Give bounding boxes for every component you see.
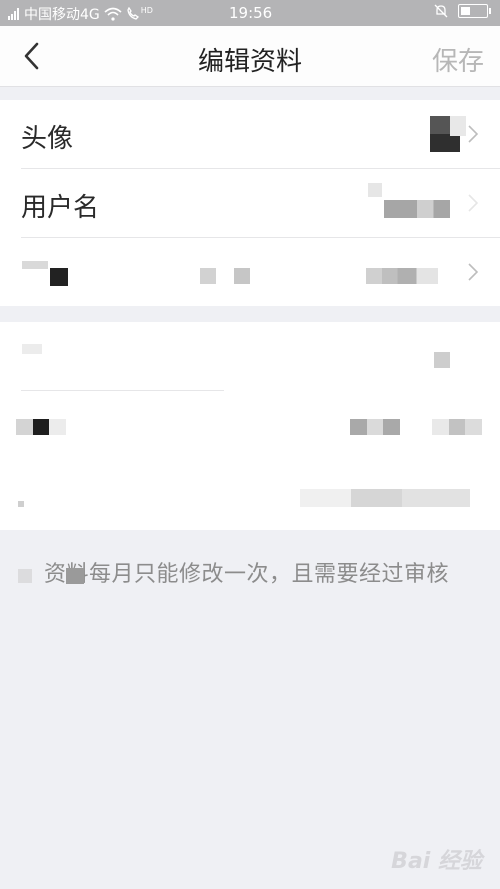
hint-redaction <box>66 568 84 584</box>
signature-row[interactable] <box>0 238 500 307</box>
profile-basic-group: 头像 用户名 <box>0 100 500 306</box>
status-left: 中国移动4G HD <box>8 4 157 24</box>
carrier-label: 中国移动4G <box>24 7 100 23</box>
username-label: 用户名 <box>21 193 100 223</box>
chevron-right-icon <box>468 263 478 281</box>
signature-label-block <box>50 268 68 286</box>
signature-placeholder-block <box>234 268 250 284</box>
call-icon <box>127 7 139 20</box>
chevron-right-icon <box>468 194 478 212</box>
page-title: 编辑资料 <box>197 47 302 77</box>
save-button[interactable]: 保存 <box>432 41 484 78</box>
avatar-mask <box>450 116 466 136</box>
location-label <box>18 501 24 507</box>
hint-note: 资料每月只能修改一次，且需要经过审核 <box>18 560 482 590</box>
birthday-value-fragment <box>432 419 482 435</box>
status-right <box>434 4 491 18</box>
username-value <box>384 200 450 218</box>
mute-bell-icon <box>434 4 448 18</box>
location-row[interactable] <box>0 461 500 530</box>
status-time: 19:56 <box>229 4 273 22</box>
avatar-row[interactable]: 头像 <box>0 100 500 169</box>
gender-label <box>22 344 42 354</box>
wifi-icon <box>104 7 122 21</box>
birthday-value <box>350 419 400 435</box>
username-value-fragment <box>368 183 382 197</box>
avatar-label: 头像 <box>21 124 74 154</box>
gender-value <box>434 352 450 368</box>
status-bar: 中国移动4G HD 19:56 <box>0 0 500 26</box>
profile-detail-group <box>0 322 500 530</box>
nav-bar: 编辑资料 保存 <box>0 26 500 87</box>
location-value <box>300 489 470 507</box>
hint-text: 资料每月只能修改一次，且需要经过审核 <box>44 562 450 587</box>
birthday-label <box>16 419 66 435</box>
signature-label <box>22 261 48 269</box>
watermark-logo: Bai 经验 <box>391 849 482 874</box>
signature-placeholder-block <box>200 268 216 284</box>
battery-icon <box>458 4 491 18</box>
username-row[interactable]: 用户名 <box>0 169 500 238</box>
hint-icon <box>18 569 32 583</box>
gender-row[interactable] <box>0 322 500 391</box>
birthday-row[interactable] <box>0 391 500 460</box>
hd-badge: HD <box>140 5 153 15</box>
chevron-right-icon <box>468 125 478 143</box>
signature-value <box>366 268 438 284</box>
signal-icon <box>8 8 20 20</box>
